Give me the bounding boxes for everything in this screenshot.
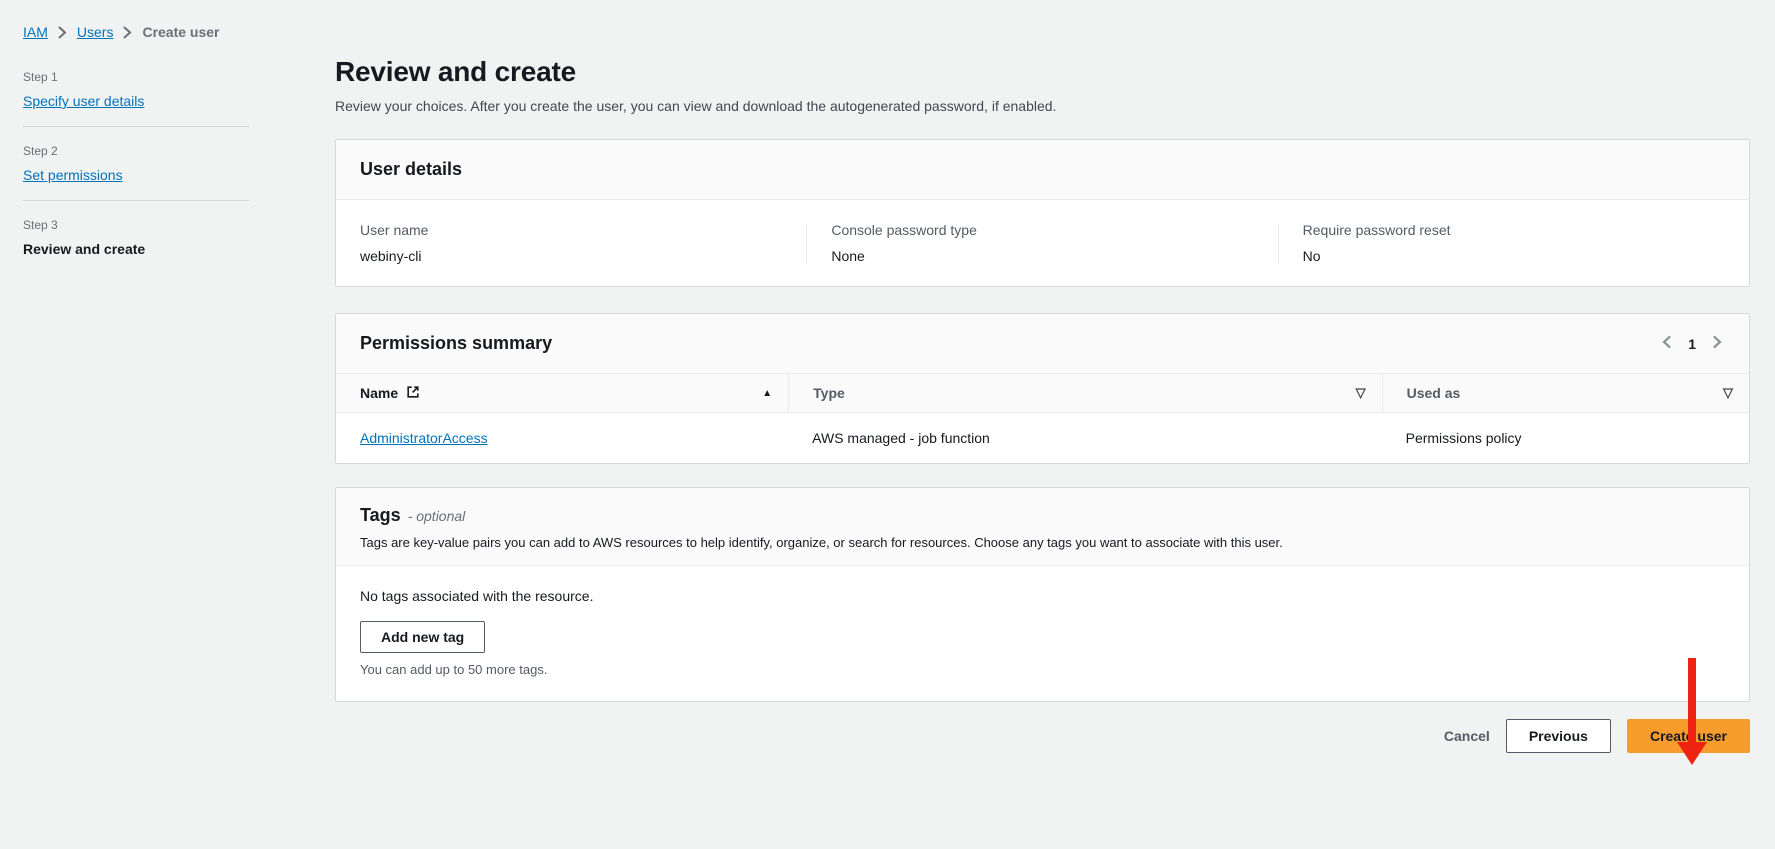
column-header-used-as[interactable]: Used as ▽	[1382, 374, 1749, 412]
step-number-label: Step 2	[23, 144, 249, 158]
create-user-button[interactable]: Create user	[1627, 719, 1750, 753]
wizard-step-2: Step 2 Set permissions	[23, 144, 249, 200]
external-link-icon	[406, 385, 420, 402]
user-details-card: User details User name webiny-cli Consol…	[335, 139, 1750, 287]
user-details-header: User details	[336, 140, 1749, 200]
field-user-name: User name webiny-cli	[336, 222, 806, 264]
column-label: Used as	[1407, 385, 1461, 401]
wizard-step-3: Step 3 Review and create	[23, 218, 249, 257]
cancel-button[interactable]: Cancel	[1444, 728, 1490, 744]
chevron-left-icon	[1661, 335, 1672, 352]
wizard-sidebar: IAM Users Create user Step 1 Specify use…	[23, 24, 249, 257]
step-number-label: Step 1	[23, 70, 249, 84]
tags-description: Tags are key-value pairs you can add to …	[360, 535, 1725, 550]
tags-header: Tags - optional Tags are key-value pairs…	[336, 488, 1749, 566]
field-label: Require password reset	[1303, 222, 1725, 238]
pagination-next-button[interactable]	[1710, 333, 1725, 354]
card-title: Tags	[360, 505, 401, 526]
field-value: None	[831, 248, 1253, 264]
tags-card: Tags - optional Tags are key-value pairs…	[335, 487, 1750, 702]
breadcrumb: IAM Users Create user	[23, 24, 249, 40]
wizard-step-1: Step 1 Specify user details	[23, 70, 249, 126]
card-title: Permissions summary	[360, 333, 552, 354]
footer-actions: Cancel Previous Create user	[335, 719, 1750, 753]
sidebar-item-specify-user-details[interactable]: Specify user details	[23, 93, 144, 109]
divider	[23, 126, 249, 127]
permissions-summary-header: Permissions summary 1	[336, 314, 1749, 373]
sidebar-item-set-permissions[interactable]: Set permissions	[23, 167, 123, 183]
field-value: No	[1303, 248, 1725, 264]
tags-limit-text: You can add up to 50 more tags.	[360, 662, 1725, 677]
field-console-password-type: Console password type None	[806, 222, 1277, 264]
tags-empty-text: No tags associated with the resource.	[360, 588, 1725, 604]
breadcrumb-current: Create user	[142, 24, 219, 40]
column-header-type[interactable]: Type ▽	[788, 374, 1381, 412]
chevron-right-icon	[58, 26, 67, 39]
pagination: 1	[1659, 333, 1725, 354]
optional-label: - optional	[408, 508, 466, 524]
previous-button[interactable]: Previous	[1506, 719, 1611, 753]
cell-policy-name: AdministratorAccess	[336, 413, 788, 463]
policy-link[interactable]: AdministratorAccess	[360, 430, 488, 446]
cell-used-as: Permissions policy	[1382, 413, 1749, 463]
permissions-table: Name ▲ Type ▽ Used as ▽	[336, 373, 1749, 463]
add-new-tag-button[interactable]: Add new tag	[360, 621, 485, 653]
main-content: Review and create Review your choices. A…	[335, 0, 1750, 753]
divider	[23, 200, 249, 201]
page-title: Review and create	[335, 56, 1750, 88]
sidebar-item-review-and-create: Review and create	[23, 241, 249, 257]
table-header-row: Name ▲ Type ▽ Used as ▽	[336, 373, 1749, 413]
filter-icon[interactable]: ▽	[1723, 385, 1733, 401]
column-header-name[interactable]: Name ▲	[336, 374, 788, 412]
filter-icon[interactable]: ▽	[1356, 385, 1366, 401]
step-number-label: Step 3	[23, 218, 249, 232]
permissions-summary-card: Permissions summary 1	[335, 313, 1750, 464]
sort-ascending-icon[interactable]: ▲	[762, 388, 772, 399]
pagination-previous-button[interactable]	[1659, 333, 1674, 354]
chevron-right-icon	[123, 26, 132, 39]
column-label: Name	[360, 385, 398, 401]
cell-policy-type: AWS managed - job function	[788, 413, 1381, 463]
column-label: Type	[813, 385, 845, 401]
page-description: Review your choices. After you create th…	[335, 98, 1750, 114]
card-title: User details	[360, 159, 462, 179]
chevron-right-icon	[1712, 335, 1723, 352]
table-row: AdministratorAccess AWS managed - job fu…	[336, 413, 1749, 463]
field-label: User name	[360, 222, 782, 238]
user-details-body: User name webiny-cli Console password ty…	[336, 200, 1749, 286]
field-require-password-reset: Require password reset No	[1278, 222, 1749, 264]
breadcrumb-iam-link[interactable]: IAM	[23, 24, 48, 40]
breadcrumb-users-link[interactable]: Users	[77, 24, 114, 40]
field-value: webiny-cli	[360, 248, 782, 264]
tags-body: No tags associated with the resource. Ad…	[336, 566, 1749, 701]
field-label: Console password type	[831, 222, 1253, 238]
pagination-current-page[interactable]: 1	[1688, 336, 1696, 352]
